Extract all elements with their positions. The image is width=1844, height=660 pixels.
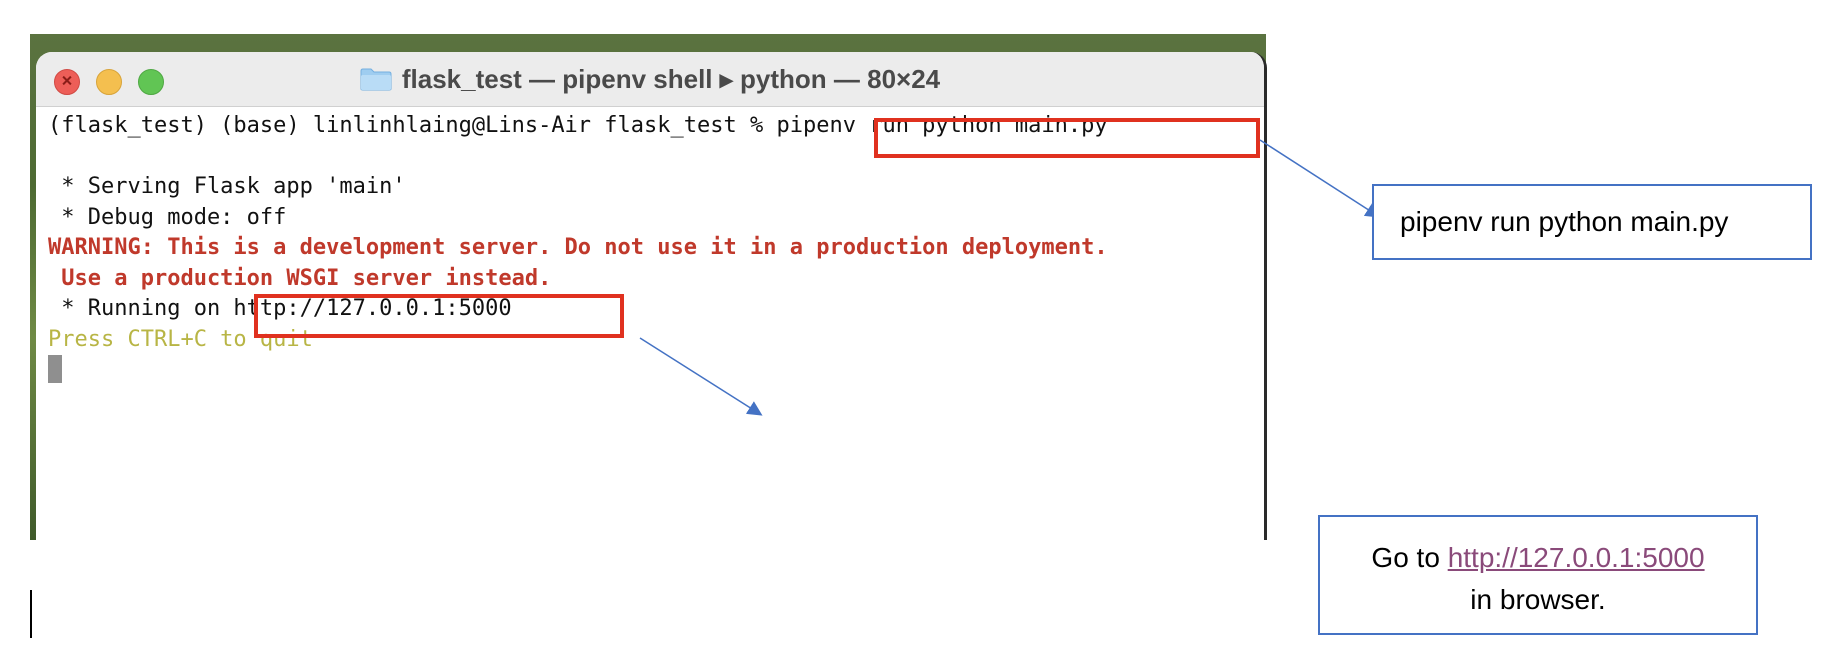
serving-line: * Serving Flask app 'main' [48,174,406,199]
command-callout: pipenv run python main.py [1372,184,1812,260]
text-insertion-cursor [30,590,32,638]
running-on-line: * Running on http://127.0.0.1:5000 [48,296,512,321]
warning-line-2: Use a production WSGI server instead. [48,265,552,291]
warning-line: WARNING: This is a development server. D… [48,235,1108,260]
folder-icon [360,68,392,91]
window-title-text: flask_test — pipenv shell ▸ python — 80×… [401,64,941,94]
browser-callout: Go to http://127.0.0.1:5000 in browser. [1318,515,1758,635]
cursor-line [48,355,1264,386]
window-title: flask_test — pipenv shell ▸ python — 80×… [36,64,1264,95]
url-highlight-box [254,294,624,338]
debug-mode-line: * Debug mode: off [48,204,287,230]
terminal-output[interactable]: (flask_test) (base) linlinhlaing@Lins-Ai… [36,107,1264,540]
command-arrow [1259,139,1381,218]
localhost-link[interactable]: http://127.0.0.1:5000 [1448,542,1705,573]
title-bar[interactable]: flask_test — pipenv shell ▸ python — 80×… [36,52,1264,107]
browser-callout-prefix: Go to [1371,542,1448,573]
browser-callout-suffix: in browser. [1470,584,1606,615]
command-highlight-box [874,118,1260,158]
command-callout-text: pipenv run python main.py [1400,206,1729,237]
quit-hint-line: Press CTRL+C to quit [48,326,313,352]
terminal-cursor [48,355,62,383]
